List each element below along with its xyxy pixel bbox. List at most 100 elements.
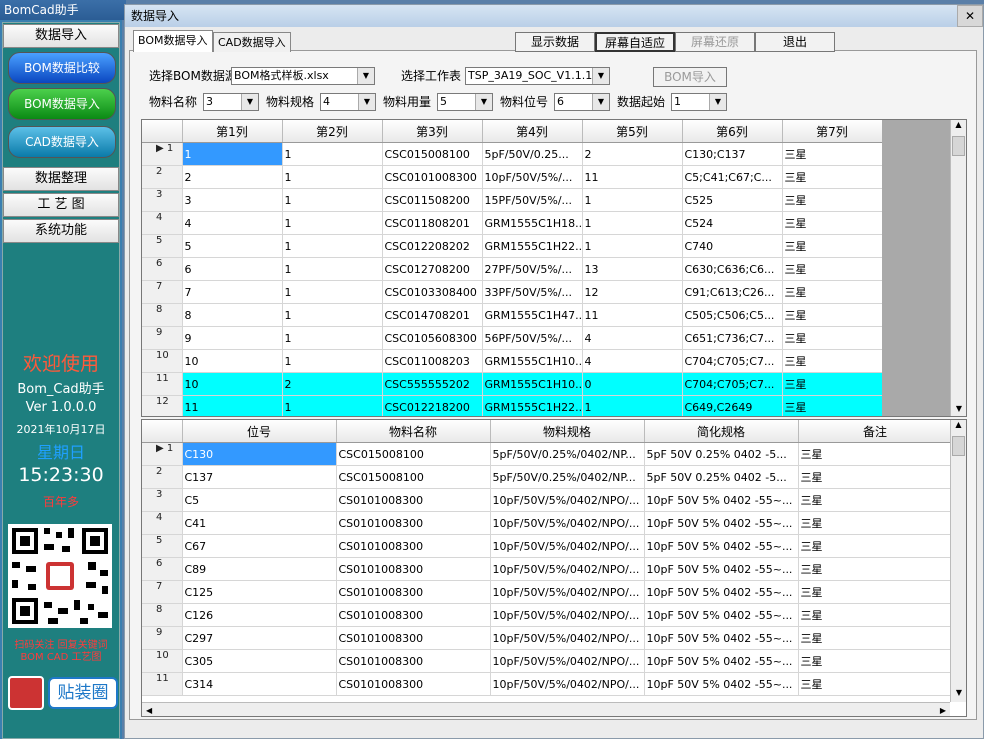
table-cell[interactable]: 2 [282, 372, 383, 396]
table-cell[interactable]: 三星 [798, 580, 953, 604]
table-cell[interactable]: 5pF 50V 0.25% 0402 -5... [644, 465, 799, 489]
param-select-start[interactable]: 1 ▼ [671, 93, 727, 111]
table-row[interactable]: 4 4 1 CSC011808201 GRM1555C1H18... 1 C524 三星 [142, 211, 883, 235]
table-cell[interactable]: 10pF 50V 5% 0402 -55~... [644, 534, 799, 558]
table-cell[interactable]: C704;C705;C7... [682, 372, 783, 396]
table-cell[interactable]: CS0101008300 [336, 626, 491, 650]
table-cell[interactable]: C740 [682, 234, 783, 258]
table-cell[interactable]: CSC015008100 [336, 442, 491, 466]
table-cell[interactable]: CS0101008300 [336, 511, 491, 535]
table-cell[interactable]: CSC014708201 [382, 303, 483, 327]
table-cell[interactable]: CSC015008100 [382, 142, 483, 166]
column-header[interactable]: 位号 [182, 420, 337, 443]
table-cell[interactable]: 三星 [798, 672, 953, 696]
show-data-button[interactable]: 显示数据 [515, 32, 595, 52]
param-select-qty[interactable]: 5 ▼ [437, 93, 493, 111]
column-header[interactable]: 第4列 [482, 120, 583, 143]
exit-button[interactable]: 退出 [755, 32, 835, 52]
table-cell[interactable]: CS0101008300 [336, 672, 491, 696]
table-row[interactable]: 6 C89 CS0101008300 10pF/50V/5%/0402/NPO/...… [142, 557, 953, 581]
table-row[interactable]: 7 7 1 CSC0103308400 33PF/50V/5%/... 12 C91;C61… [142, 280, 883, 304]
table-cell[interactable]: 5pF 50V 0.25% 0402 -5... [644, 442, 799, 466]
table-cell[interactable]: 4 [582, 349, 683, 373]
row-number[interactable]: 11 [142, 372, 183, 396]
row-number[interactable]: 4 [142, 211, 183, 235]
table-cell[interactable]: 3 [182, 188, 283, 212]
table-row[interactable]: 6 6 1 CSC012708200 27PF/50V/5%/... 13 C630;C63… [142, 257, 883, 281]
table-row[interactable]: 9 C297 CS0101008300 10pF/50V/5%/0402/NPO/..… [142, 626, 953, 650]
table-cell[interactable]: 2 [582, 142, 683, 166]
table-cell[interactable]: 10pF/50V/5%/0402/NPO/... [490, 534, 645, 558]
table-cell[interactable]: C524 [682, 211, 783, 235]
table-cell[interactable]: 1 [282, 395, 383, 416]
detail-data-grid[interactable]: 位号 物料名称 物料规格 简化规格 备注 ▶ 1 C130 CSC015008100 5pF/… [141, 419, 967, 717]
table-cell[interactable]: 1 [282, 188, 383, 212]
table-cell[interactable]: 11 [182, 395, 283, 416]
bom-compare-button[interactable]: BOM数据比较 [8, 52, 116, 84]
table-cell[interactable]: GRM1555C1H22... [482, 234, 583, 258]
row-number[interactable]: 5 [142, 534, 183, 558]
table-cell[interactable]: 5pF/50V/0.25%/0402/NP... [490, 442, 645, 466]
column-header[interactable]: 第3列 [382, 120, 483, 143]
sheet-select[interactable]: TSP_3A19_SOC_V1.1.1-C ▼ [465, 67, 610, 85]
column-header[interactable]: 物料规格 [490, 420, 645, 443]
table-row[interactable]: 5 C67 CS0101008300 10pF/50V/5%/0402/NPO/...… [142, 534, 953, 558]
table-cell[interactable]: C89 [182, 557, 337, 581]
param-select-spec[interactable]: 4 ▼ [320, 93, 376, 111]
table-cell[interactable]: C130 [182, 442, 337, 466]
column-header[interactable]: 第7列 [782, 120, 883, 143]
table-cell[interactable]: 10pF/50V/5%/... [482, 165, 583, 189]
table-cell[interactable]: 13 [582, 257, 683, 281]
table-cell[interactable]: 三星 [782, 326, 883, 350]
table-cell[interactable]: 三星 [782, 257, 883, 281]
table-cell[interactable]: 4 [182, 211, 283, 235]
table-cell[interactable]: 1 [282, 326, 383, 350]
table-cell[interactable]: 33PF/50V/5%/... [482, 280, 583, 304]
table-cell[interactable]: 4 [582, 326, 683, 350]
table-cell[interactable]: 三星 [782, 188, 883, 212]
table-row[interactable]: 8 C126 CS0101008300 10pF/50V/5%/0402/NPO/..… [142, 603, 953, 627]
table-cell[interactable]: 10pF/50V/5%/0402/NPO/... [490, 557, 645, 581]
column-header[interactable]: 第6列 [682, 120, 783, 143]
bom-import-button[interactable]: BOM数据导入 [8, 88, 116, 120]
table-cell[interactable]: CS0101008300 [336, 649, 491, 673]
column-header[interactable]: 第2列 [282, 120, 383, 143]
column-header[interactable]: 物料名称 [336, 420, 491, 443]
menu-data-organize[interactable]: 数据整理 [3, 167, 119, 191]
table-cell[interactable]: C314 [182, 672, 337, 696]
table-cell[interactable]: 10pF 50V 5% 0402 -55~... [644, 557, 799, 581]
table-cell[interactable]: CSC011008203 [382, 349, 483, 373]
table-cell[interactable]: 12 [582, 280, 683, 304]
table-cell[interactable]: 三星 [798, 442, 953, 466]
table-cell[interactable]: CSC012708200 [382, 257, 483, 281]
table-cell[interactable]: C137 [182, 465, 337, 489]
table-row[interactable]: 10 C305 CS0101008300 10pF/50V/5%/0402/NPO/.… [142, 649, 953, 673]
table-cell[interactable]: 15PF/50V/5%/... [482, 188, 583, 212]
table-cell[interactable]: C704;C705;C7... [682, 349, 783, 373]
table-row[interactable]: 5 5 1 CSC012208202 GRM1555C1H22... 1 C740 三星 [142, 234, 883, 258]
table-cell[interactable]: 1 [582, 395, 683, 416]
row-number[interactable]: 9 [142, 326, 183, 350]
table-cell[interactable]: C297 [182, 626, 337, 650]
table-cell[interactable]: GRM1555C1H47... [482, 303, 583, 327]
table-cell[interactable]: 1 [282, 211, 383, 235]
table-row[interactable]: 8 8 1 CSC014708201 GRM1555C1H47... 11 C505;C50… [142, 303, 883, 327]
table-cell[interactable]: 三星 [782, 372, 883, 396]
table-cell[interactable]: GRM1555C1H22... [482, 395, 583, 416]
table-cell[interactable]: 三星 [782, 211, 883, 235]
row-number[interactable]: 5 [142, 234, 183, 258]
table-cell[interactable]: 10pF 50V 5% 0402 -55~... [644, 672, 799, 696]
table-cell[interactable]: 1 [282, 280, 383, 304]
table-cell[interactable]: 三星 [782, 395, 883, 416]
table-cell[interactable]: 10pF 50V 5% 0402 -55~... [644, 580, 799, 604]
table-cell[interactable]: C630;C636;C6... [682, 257, 783, 281]
table-cell[interactable]: 10pF/50V/5%/0402/NPO/... [490, 649, 645, 673]
table-cell[interactable]: 5pF/50V/0.25%/0402/NP... [490, 465, 645, 489]
row-number[interactable]: 7 [142, 580, 183, 604]
table-cell[interactable]: 27PF/50V/5%/... [482, 257, 583, 281]
table-cell[interactable]: 8 [182, 303, 283, 327]
table-cell[interactable]: 10 [182, 349, 283, 373]
table-cell[interactable]: 三星 [782, 234, 883, 258]
table-cell[interactable]: 56PF/50V/5%/... [482, 326, 583, 350]
row-number[interactable]: 9 [142, 626, 183, 650]
